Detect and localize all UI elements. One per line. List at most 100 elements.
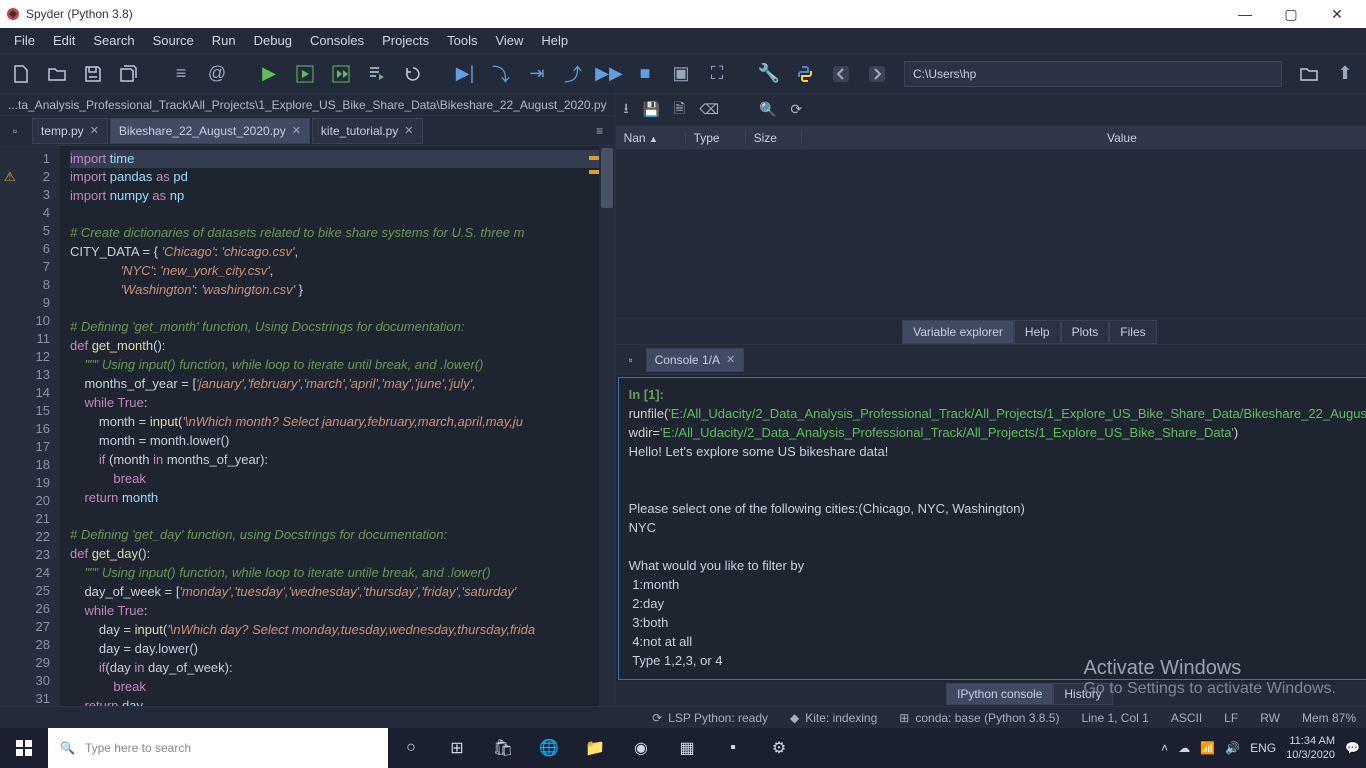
code-minimap[interactable] (589, 146, 599, 706)
tab-history[interactable]: History (1053, 683, 1112, 705)
tab-ipython-console[interactable]: IPython console (946, 683, 1053, 705)
variable-explorer-toolbar: ⭳ 💾 🗎 ⌫ 🔍 ⟳ ≡ (616, 94, 1366, 126)
tab-kite-tutorial[interactable]: kite_tutorial.py✕ (312, 118, 423, 144)
close-icon[interactable]: ✕ (90, 124, 99, 137)
tray-chevron-icon[interactable]: ˄ (1161, 741, 1168, 755)
col-type[interactable]: Type (686, 131, 746, 145)
save-icon[interactable] (78, 59, 108, 89)
maximize-pane-icon[interactable]: ▣ (666, 59, 696, 89)
code-area[interactable]: import timeimport pandas as pd import nu… (60, 146, 615, 706)
run-cell-advance-icon[interactable] (326, 59, 356, 89)
debug-stepover-icon[interactable]: ⤵ (486, 59, 516, 89)
open-folder-icon[interactable] (42, 59, 72, 89)
run-cell-icon[interactable] (290, 59, 320, 89)
menu-debug[interactable]: Debug (246, 29, 300, 52)
tab-plots[interactable]: Plots (1061, 320, 1110, 344)
chrome-icon[interactable]: ◉ (618, 728, 664, 768)
menu-view[interactable]: View (487, 29, 531, 52)
debug-stepinto-icon[interactable]: ⇥ (522, 59, 552, 89)
edge-icon[interactable]: 🌐 (526, 728, 572, 768)
at-symbol-icon[interactable]: @ (202, 59, 232, 89)
tray-network-icon[interactable]: 📶 (1200, 741, 1215, 755)
python-path-icon[interactable] (790, 59, 820, 89)
import-data-icon[interactable]: ⭳ (624, 98, 629, 122)
menu-run[interactable]: Run (204, 29, 244, 52)
tray-lang[interactable]: ENG (1250, 741, 1276, 755)
status-eol: LF (1224, 711, 1238, 725)
terminal-icon[interactable]: ▪ (710, 728, 756, 768)
menu-source[interactable]: Source (145, 29, 202, 52)
cell-outline-icon[interactable]: ≡ (166, 59, 196, 89)
col-value[interactable]: Value (802, 131, 1366, 145)
fullscreen-icon[interactable]: ⛶ (702, 59, 732, 89)
debug-stop-icon[interactable]: ■ (630, 59, 660, 89)
menu-tools[interactable]: Tools (439, 29, 485, 52)
back-icon[interactable] (826, 59, 856, 89)
debug-stepin-icon[interactable]: ▶| (450, 59, 480, 89)
editor-tabs: ▫ temp.py✕ Bikeshare_22_August_2020.py✕ … (0, 116, 615, 146)
console-tab-1a[interactable]: Console 1/A✕ (646, 348, 745, 372)
minimize-button[interactable]: — (1222, 0, 1268, 28)
tray-onedrive-icon[interactable]: ☁ (1178, 741, 1190, 755)
menu-consoles[interactable]: Consoles (302, 29, 372, 52)
spyder-logo-icon (6, 7, 20, 21)
close-icon[interactable]: ✕ (292, 124, 301, 137)
editor-scrollbar[interactable] (599, 146, 615, 706)
maximize-button[interactable]: ▢ (1268, 0, 1314, 28)
variable-headers: Nan ▲ Type Size Value (616, 126, 1366, 150)
close-icon[interactable]: ✕ (726, 353, 735, 366)
search-var-icon[interactable]: 🔍 (759, 101, 776, 118)
taskbar-search[interactable]: 🔍Type here to search (48, 728, 388, 768)
status-encoding: ASCII (1171, 711, 1202, 725)
ms-store-icon[interactable]: 🛍 (480, 728, 526, 768)
refresh-var-icon[interactable]: ⟳ (790, 101, 802, 118)
task-view-icon[interactable]: ⊞ (434, 728, 480, 768)
tray-volume-icon[interactable]: 🔊 (1225, 741, 1240, 755)
tab-bikeshare[interactable]: Bikeshare_22_August_2020.py✕ (110, 118, 310, 144)
browse-cwd-icon[interactable] (1294, 59, 1324, 89)
menu-help[interactable]: Help (533, 29, 576, 52)
restart-kernel-icon[interactable] (398, 59, 428, 89)
tab-help[interactable]: Help (1014, 320, 1061, 344)
run-selection-icon[interactable] (362, 59, 392, 89)
console-browse-icon[interactable]: ▫ (620, 349, 642, 371)
file-explorer-icon[interactable]: 📁 (572, 728, 618, 768)
run-icon[interactable]: ▶ (254, 59, 284, 89)
new-file-icon[interactable] (6, 59, 36, 89)
tab-temp[interactable]: temp.py✕ (32, 118, 108, 144)
close-button[interactable]: ✕ (1314, 0, 1360, 28)
tab-variable-explorer[interactable]: Variable explorer (902, 320, 1014, 344)
tab-list-icon[interactable]: ≡ (589, 120, 611, 142)
menu-file[interactable]: File (6, 29, 43, 52)
right-top-pane-tabs: Variable explorer Help Plots Files (616, 318, 1366, 344)
tab-files[interactable]: Files (1109, 320, 1156, 344)
parent-dir-icon[interactable]: ⬆ (1330, 59, 1360, 89)
search-icon: 🔍 (60, 741, 75, 755)
tray-notifications-icon[interactable]: 💬 (1345, 741, 1360, 755)
menu-search[interactable]: Search (85, 29, 142, 52)
menu-edit[interactable]: Edit (45, 29, 83, 52)
menu-projects[interactable]: Projects (374, 29, 437, 52)
cortana-icon[interactable]: ○ (388, 728, 434, 768)
spyder-taskbar-icon[interactable]: ⚙ (756, 728, 802, 768)
save-all-icon[interactable] (114, 59, 144, 89)
status-lsp: ⟳LSP Python: ready (652, 711, 768, 725)
debug-continue-icon[interactable]: ▶▶ (594, 59, 624, 89)
forward-icon[interactable] (862, 59, 892, 89)
col-name[interactable]: Nan ▲ (616, 131, 686, 145)
start-button[interactable] (0, 728, 48, 768)
ipython-console[interactable]: In [1]: runfile('E:/All_Udacity/2_Data_A… (618, 377, 1366, 680)
debug-stepout-icon[interactable]: ⤴ (558, 59, 588, 89)
col-size[interactable]: Size (746, 131, 802, 145)
tray-clock[interactable]: 11:34 AM10/3/2020 (1286, 734, 1335, 762)
remove-all-icon[interactable]: ⌫ (699, 101, 719, 118)
save-data-as-icon[interactable]: 🗎 (674, 98, 685, 122)
close-icon[interactable]: ✕ (404, 124, 413, 137)
statusbar: ⟳LSP Python: ready ◆Kite: indexing ⊞cond… (0, 706, 1366, 728)
preferences-icon[interactable]: 🔧 (754, 59, 784, 89)
tab-browse-icon[interactable]: ▫ (4, 120, 26, 142)
save-data-icon[interactable]: 💾 (642, 101, 659, 118)
app-icon[interactable]: ▦ (664, 728, 710, 768)
code-editor[interactable]: 1234567891011121314151617181920212223242… (0, 146, 615, 706)
working-directory-input[interactable] (904, 61, 1282, 87)
